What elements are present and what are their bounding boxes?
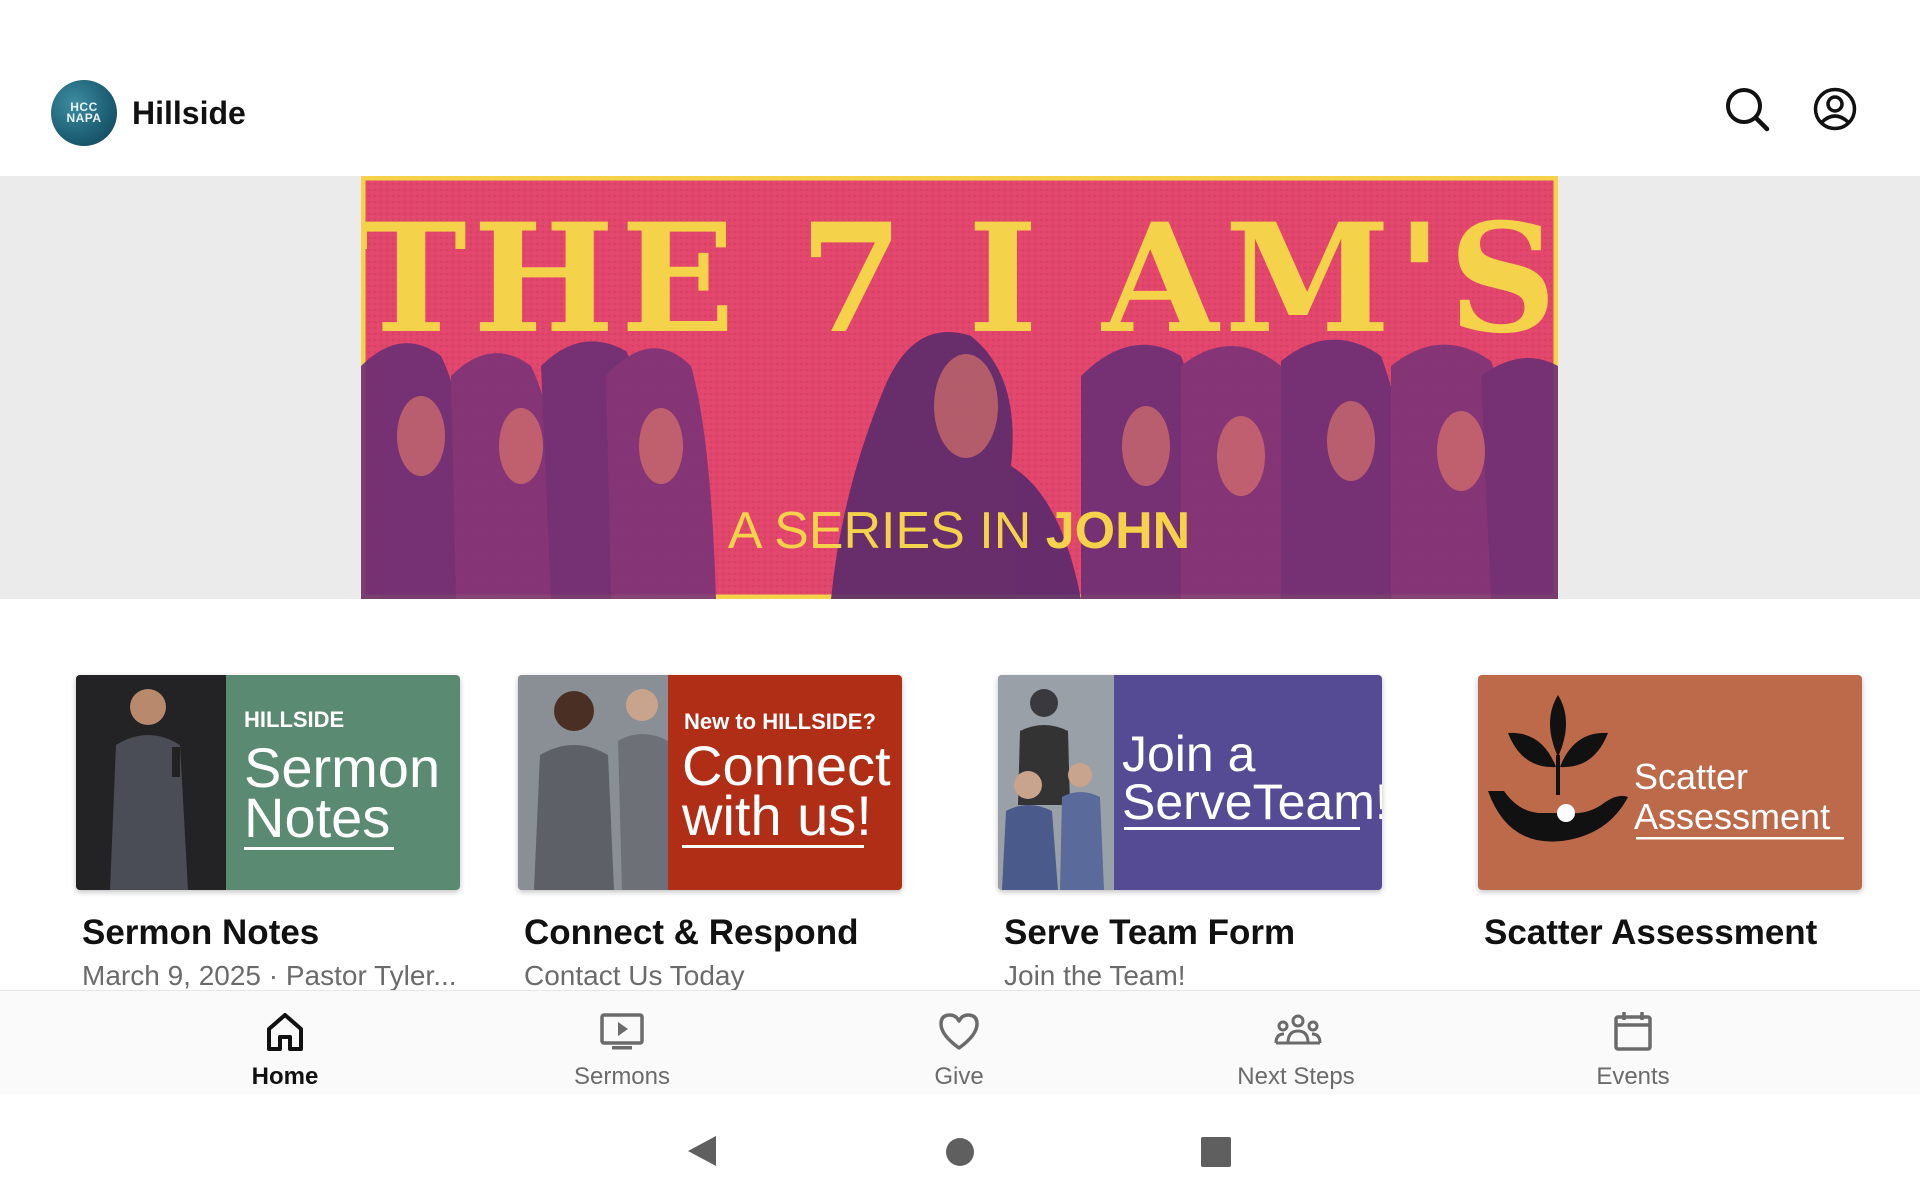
svg-text:A SERIES IN JOHN: A SERIES IN JOHN	[728, 502, 1190, 560]
scatter-assessment-thumbnail: Scatter Assessment	[1478, 675, 1862, 890]
card-title: Serve Team Form	[1004, 913, 1296, 952]
card-subtitle: March 9, 2025 · Pastor Tyler...	[82, 960, 457, 991]
thumb-small-label: HILLSIDE	[244, 707, 344, 732]
logo-text-napa: NAPA	[66, 111, 102, 125]
card-subtitle: Join the Team!	[1004, 960, 1186, 991]
nav-events[interactable]: Events	[1513, 991, 1753, 1095]
thumb-line2: ServeTeam!	[1122, 774, 1382, 830]
search-icon[interactable]	[1724, 86, 1770, 132]
nav-home[interactable]: Home	[165, 991, 405, 1095]
video-play-icon	[600, 1013, 644, 1050]
system-navigation-bar	[0, 1094, 1920, 1200]
nav-sermons[interactable]: Sermons	[502, 991, 742, 1095]
home-icon	[267, 1013, 303, 1051]
recents-square-icon[interactable]	[1200, 1136, 1232, 1168]
nav-label: Home	[251, 1063, 319, 1090]
nav-label: Sermons	[573, 1063, 671, 1090]
calendar-icon	[1614, 1012, 1652, 1051]
nav-give[interactable]: Give	[839, 991, 1079, 1095]
card-subtitle: Contact Us Today	[524, 960, 745, 991]
card-connect-respond[interactable]: New to HILLSIDE? Connect with us! Connec…	[518, 675, 902, 991]
back-triangle-icon[interactable]	[686, 1134, 718, 1168]
home-circle-icon[interactable]	[944, 1136, 976, 1168]
groups-icon	[1274, 1014, 1322, 1045]
card-serve-team[interactable]: Join a ServeTeam! Serve Team Form Join t…	[998, 675, 1382, 991]
card-sermon-notes[interactable]: HILLSIDE Sermon Notes Sermon Notes March…	[76, 675, 460, 991]
thumb-line2: with us!	[681, 784, 872, 847]
connect-thumbnail: New to HILLSIDE? Connect with us!	[518, 675, 902, 890]
sermon-notes-thumbnail: HILLSIDE Sermon Notes	[76, 675, 460, 890]
thumb-line2: Assessment	[1634, 796, 1830, 837]
heart-icon	[939, 1013, 979, 1050]
nav-label: Events	[1596, 1063, 1670, 1090]
account-circle-icon[interactable]	[1812, 86, 1858, 132]
church-logo[interactable]: HCC NAPA	[51, 80, 117, 146]
banner-subline-prefix: A SERIES IN	[728, 502, 1046, 560]
banner-subline-bold: JOHN	[1046, 502, 1190, 560]
card-title: Sermon Notes	[82, 913, 320, 952]
app-title: Hillside	[132, 95, 246, 131]
serve-team-thumbnail: Join a ServeTeam!	[998, 675, 1382, 890]
sermon-series-banner[interactable]: THE 7 I AM'S A SERIES IN JOHN	[361, 176, 1558, 599]
card-title: Scatter Assessment	[1484, 913, 1818, 952]
nav-label: Next Steps	[1237, 1063, 1355, 1090]
app-header: HCC NAPA Hillside	[0, 0, 1920, 176]
thumb-line2: Notes	[244, 786, 390, 849]
banner-headline: THE 7 I AM'S	[361, 191, 1558, 367]
nav-next-steps[interactable]: Next Steps	[1176, 991, 1416, 1095]
thumb-small-label: New to HILLSIDE?	[684, 709, 876, 734]
nav-label: Give	[934, 1063, 984, 1090]
card-title: Connect & Respond	[524, 913, 859, 952]
bottom-navigation: Home Sermons Give Next Steps Events	[0, 990, 1920, 1095]
card-scatter-assessment[interactable]: Scatter Assessment Scatter Assessment	[1478, 675, 1862, 952]
thumb-line1: Scatter	[1634, 756, 1748, 797]
